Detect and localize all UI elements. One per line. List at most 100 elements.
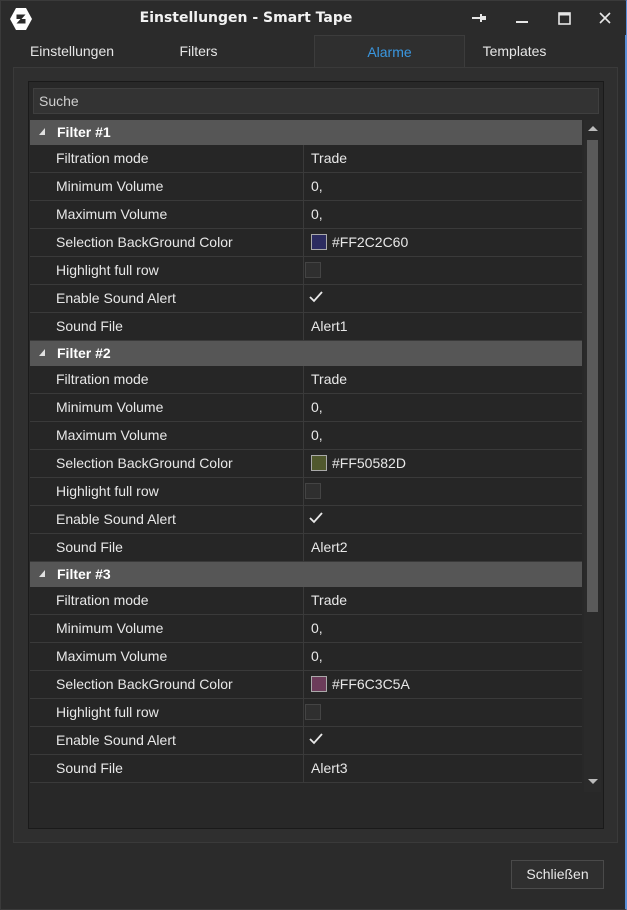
- property-value[interactable]: Alert1: [305, 313, 582, 340]
- pin-icon: [472, 14, 486, 22]
- color-value[interactable]: #FF6C3C5A: [305, 671, 582, 698]
- value-text: 0,: [311, 648, 323, 664]
- property-name: Highlight full row: [30, 257, 304, 284]
- property-name: Sound File: [30, 313, 304, 340]
- value-text: 0,: [311, 427, 323, 443]
- value-text: #FF6C3C5A: [332, 676, 410, 692]
- property-row[interactable]: Maximum Volume 0,: [30, 643, 582, 671]
- property-row[interactable]: Minimum Volume 0,: [30, 615, 582, 643]
- property-name: Enable Sound Alert: [30, 506, 304, 533]
- property-row[interactable]: Selection BackGround Color #FF6C3C5A: [30, 671, 582, 699]
- tab-einstellungen[interactable]: Einstellungen: [14, 35, 130, 67]
- color-swatch[interactable]: [311, 676, 327, 692]
- title-bar[interactable]: Einstellungen - Smart Tape: [1, 1, 626, 35]
- tab-templates[interactable]: Templates: [466, 35, 563, 67]
- property-checkbox[interactable]: [305, 732, 321, 748]
- search-input[interactable]: [33, 88, 599, 114]
- tab-bar: Einstellungen Filters Alarme Templates: [1, 35, 626, 67]
- property-checkbox[interactable]: [305, 290, 321, 306]
- property-checkbox[interactable]: [305, 262, 321, 278]
- close-icon: [599, 12, 611, 24]
- close-window-button[interactable]: [585, 1, 625, 35]
- property-value[interactable]: 0,: [305, 615, 582, 642]
- property-name: Selection BackGround Color: [30, 450, 304, 477]
- property-name: Minimum Volume: [30, 615, 304, 642]
- collapse-triangle-icon[interactable]: [39, 570, 45, 577]
- group-header-filter-1[interactable]: Filter #1: [30, 120, 582, 145]
- property-row[interactable]: Enable Sound Alert: [30, 285, 582, 313]
- tab-alarme[interactable]: Alarme: [314, 35, 465, 67]
- property-value[interactable]: 0,: [305, 394, 582, 421]
- group-header-filter-3[interactable]: Filter #3: [30, 562, 582, 587]
- property-checkbox[interactable]: [305, 483, 321, 499]
- property-row[interactable]: Enable Sound Alert: [30, 727, 582, 755]
- property-name: Filtration mode: [30, 587, 304, 614]
- color-swatch[interactable]: [311, 455, 327, 471]
- property-row[interactable]: Enable Sound Alert: [30, 506, 582, 534]
- close-button[interactable]: Schließen: [511, 860, 604, 889]
- property-row[interactable]: Highlight full row: [30, 257, 582, 285]
- value-text: Trade: [311, 592, 348, 608]
- maximize-button[interactable]: [544, 1, 584, 35]
- property-row[interactable]: Filtration mode Trade: [30, 366, 582, 394]
- property-row[interactable]: Highlight full row: [30, 478, 582, 506]
- value-text: Alert2: [311, 539, 348, 555]
- value-text: 0,: [311, 178, 323, 194]
- property-name: Maximum Volume: [30, 643, 304, 670]
- value-text: #FF50582D: [332, 455, 406, 471]
- property-row[interactable]: Selection BackGround Color #FF50582D: [30, 450, 582, 478]
- property-value[interactable]: 0,: [305, 173, 582, 200]
- property-row[interactable]: Selection BackGround Color #FF2C2C60: [30, 229, 582, 257]
- minimize-button[interactable]: [502, 1, 542, 35]
- property-value[interactable]: Trade: [305, 145, 582, 172]
- color-swatch[interactable]: [311, 234, 327, 250]
- group-title: Filter #3: [57, 566, 111, 582]
- property-row[interactable]: Maximum Volume 0,: [30, 201, 582, 229]
- property-value[interactable]: 0,: [305, 643, 582, 670]
- property-checkbox[interactable]: [305, 511, 321, 527]
- tab-filters[interactable]: Filters: [151, 35, 246, 67]
- property-value[interactable]: 0,: [305, 201, 582, 228]
- group-title: Filter #1: [57, 124, 111, 140]
- value-text: Trade: [311, 150, 348, 166]
- property-grid: Filter #1 Filtration mode Trade Minimum Vol…: [30, 120, 582, 792]
- property-name: Filtration mode: [30, 145, 304, 172]
- property-name: Filtration mode: [30, 366, 304, 393]
- property-row[interactable]: Sound File Alert3: [30, 755, 582, 783]
- property-row[interactable]: Highlight full row: [30, 699, 582, 727]
- property-value[interactable]: Alert3: [305, 755, 582, 782]
- property-value[interactable]: Trade: [305, 587, 582, 614]
- collapse-triangle-icon[interactable]: [39, 349, 45, 356]
- settings-window: Einstellungen - Smart Tape Einstellungen…: [0, 0, 627, 910]
- property-name: Highlight full row: [30, 699, 304, 726]
- property-row[interactable]: Minimum Volume 0,: [30, 394, 582, 422]
- property-row[interactable]: Sound File Alert2: [30, 534, 582, 562]
- property-name: Maximum Volume: [30, 201, 304, 228]
- property-row[interactable]: Sound File Alert1: [30, 313, 582, 341]
- value-text: #FF2C2C60: [332, 234, 409, 250]
- property-name: Highlight full row: [30, 478, 304, 505]
- property-name: Sound File: [30, 534, 304, 561]
- pin-button[interactable]: [459, 1, 499, 35]
- property-row[interactable]: Minimum Volume 0,: [30, 173, 582, 201]
- collapse-triangle-icon[interactable]: [39, 128, 45, 135]
- property-value[interactable]: 0,: [305, 422, 582, 449]
- property-row[interactable]: Maximum Volume 0,: [30, 422, 582, 450]
- scroll-thumb[interactable]: [587, 140, 598, 612]
- property-value[interactable]: Alert2: [305, 534, 582, 561]
- vertical-scrollbar[interactable]: [584, 120, 601, 792]
- property-checkbox[interactable]: [305, 704, 321, 720]
- color-value[interactable]: #FF2C2C60: [305, 229, 582, 256]
- property-value[interactable]: Trade: [305, 366, 582, 393]
- value-text: Alert3: [311, 760, 348, 776]
- group-header-filter-2[interactable]: Filter #2: [30, 341, 582, 366]
- property-row[interactable]: Filtration mode Trade: [30, 587, 582, 615]
- scroll-up-arrow-icon[interactable]: [588, 126, 598, 131]
- color-value[interactable]: #FF50582D: [305, 450, 582, 477]
- property-name: Enable Sound Alert: [30, 727, 304, 754]
- scroll-down-arrow-icon[interactable]: [588, 779, 598, 784]
- minimize-icon: [516, 21, 528, 23]
- property-row[interactable]: Filtration mode Trade: [30, 145, 582, 173]
- value-text: 0,: [311, 620, 323, 636]
- value-text: Trade: [311, 371, 348, 387]
